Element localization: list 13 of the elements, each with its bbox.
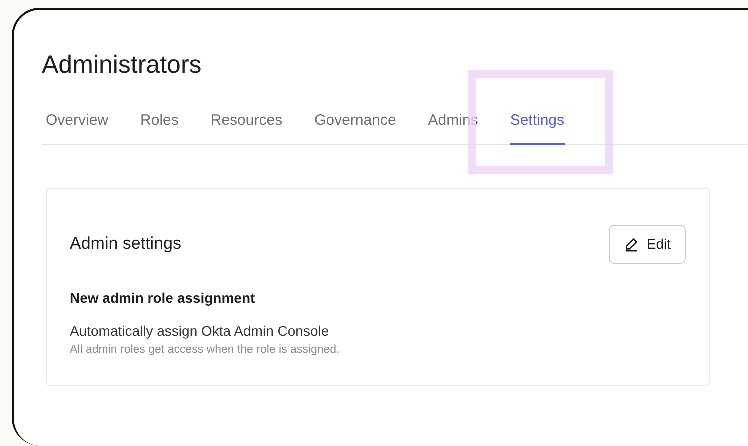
page-title: Administrators <box>42 50 203 80</box>
tab[interactable]: Resources <box>210 102 283 144</box>
tab[interactable]: Overview <box>46 102 109 144</box>
setting-label: Automatically assign Okta Admin Console <box>70 322 330 341</box>
tab[interactable]: Governance <box>314 102 396 144</box>
pencil-icon <box>624 236 639 252</box>
tab[interactable]: Roles <box>140 102 179 144</box>
tab[interactable]: Admins <box>428 102 478 144</box>
tab[interactable]: Settings <box>510 102 565 144</box>
help-text: All admin roles get access when the role is assigned. <box>70 342 341 358</box>
section-title: New admin role assignment <box>70 288 256 308</box>
card-title: Admin settings <box>70 233 182 256</box>
edit-button[interactable]: Edit <box>608 224 686 264</box>
